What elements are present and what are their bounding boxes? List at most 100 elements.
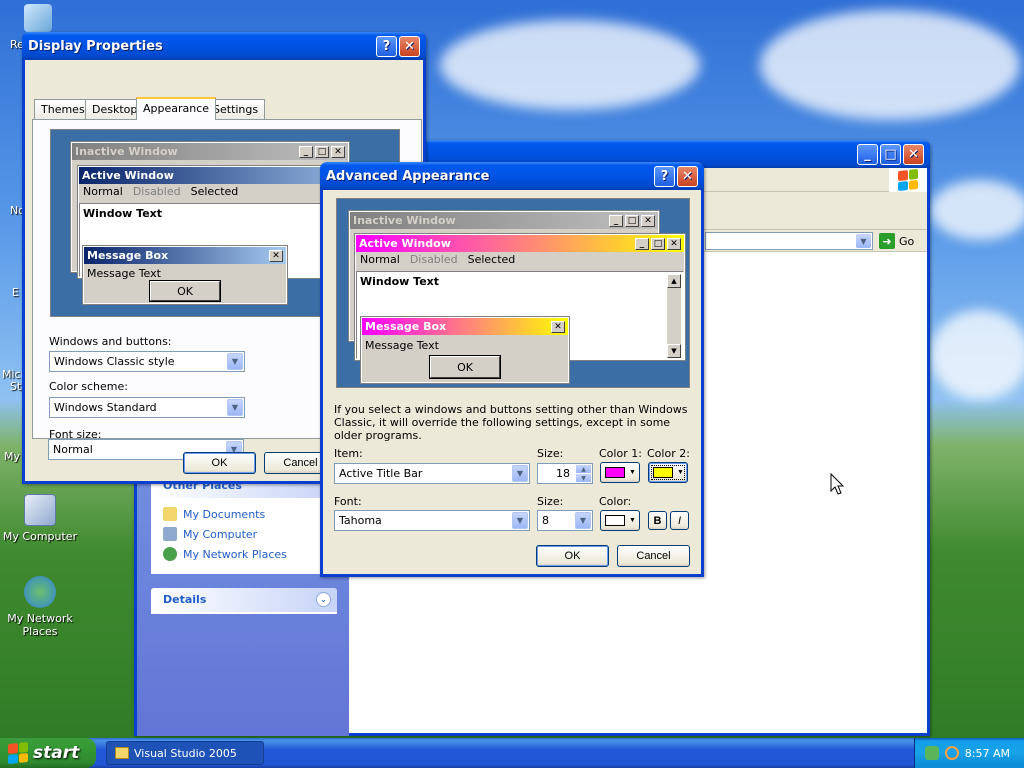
font-label: Font: [334,495,362,508]
preview-menu-selected[interactable]: Selected [468,253,516,268]
close-icon[interactable]: ✕ [677,165,698,187]
minimize-icon: _ [299,145,313,158]
display-properties-titlebar[interactable]: Display Properties ? ✕ [22,32,426,60]
color1-label: Color 1: [599,447,642,460]
close-icon[interactable]: ✕ [399,35,420,57]
spin-down-icon[interactable]: ▼ [576,474,591,482]
window-title: Advanced Appearance [326,168,490,184]
select-value: Active Title Bar [339,467,423,480]
maximize-icon[interactable]: □ [880,143,901,165]
search-tray-icon[interactable] [944,746,959,760]
desktop-icon-my-computer[interactable]: My Computer [0,494,80,543]
color-scheme-select[interactable]: Windows Standard ▼ [49,397,245,418]
clock[interactable]: 8:57 AM [965,747,1010,760]
color2-picker[interactable]: ▼ [648,462,688,483]
chevron-down-icon[interactable]: ▼ [575,512,591,529]
link-my-documents[interactable]: My Documents [163,507,265,521]
preview-msgbox-title[interactable]: Message Box [365,320,549,333]
font-color-swatch [605,515,625,526]
info-text: If you select a windows and buttons sett… [334,403,688,442]
size-spinner[interactable]: 18 ▲ ▼ [537,463,593,484]
taskbar-item-label: Visual Studio 2005 [134,746,237,760]
system-tray: 8:57 AM [914,738,1024,768]
chevron-down-icon[interactable]: ▼ [227,399,243,416]
chevron-down-icon[interactable]: ▼ [227,353,243,370]
italic-button[interactable]: I [670,511,689,530]
preview-menu-disabled[interactable]: Disabled [410,253,458,268]
tab-appearance[interactable]: Appearance [136,97,217,120]
close-icon: ✕ [269,249,283,262]
preview-inactive-title: Inactive Window [75,145,178,158]
select-value: 8 [542,514,549,527]
preview-inactive-title: Inactive Window [353,214,456,227]
scroll-down-icon: ▼ [667,344,681,358]
preview-ok-button[interactable]: OK [429,355,501,379]
spin-up-icon[interactable]: ▲ [576,465,591,473]
advanced-appearance-window[interactable]: Advanced Appearance ? ✕ Inactive Window _… [320,162,704,577]
advanced-preview: Inactive Window _ □ ✕ Active Window _ □ ✕ Norm… [336,198,690,388]
desktop-icon-label: My Computer [2,530,78,543]
my-computer-icon [24,494,56,526]
chevron-down-icon[interactable]: ▼ [856,234,871,248]
desktop-label-my[interactable]: My [4,450,20,463]
desktop-label-e[interactable]: E [12,286,19,299]
taskbar-item[interactable]: Visual Studio 2005 [106,741,264,765]
details-box: Details ⌄ [151,588,337,614]
start-button[interactable]: start [0,738,96,768]
preview-message-box[interactable]: Message Box ✕ Message Text OK [360,316,570,384]
item-select[interactable]: Active Title Bar ▼ [334,463,530,484]
go-arrow-icon: ➜ [879,233,895,249]
go-button[interactable]: ➜ Go [879,233,914,249]
font-select[interactable]: Tahoma ▼ [334,510,530,531]
preview-menu-normal[interactable]: Normal [360,253,400,268]
details-header[interactable]: Details ⌄ [151,588,337,612]
bold-button[interactable]: B [648,511,667,530]
windows-buttons-select[interactable]: Windows Classic style ▼ [49,351,245,372]
size-label: Size: [537,447,564,460]
minimize-icon[interactable]: _ [857,143,878,165]
desktop-icon-network-places[interactable]: My Network Places [0,576,80,638]
color1-picker[interactable]: ▼ [600,462,640,483]
close-icon: ✕ [641,214,655,227]
window-title: Display Properties [28,38,163,54]
chevron-down-icon[interactable]: ▼ [512,465,528,482]
select-value: Normal [53,443,93,456]
preview-menu-disabled: Disabled [132,185,181,198]
link-my-computer[interactable]: My Computer [163,527,257,541]
item-label: Item: [334,447,363,460]
recycle-bin-icon[interactable] [24,4,52,32]
close-icon[interactable]: ✕ [903,143,924,165]
close-icon: ✕ [667,237,681,250]
tab-themes[interactable]: Themes [34,99,92,119]
cancel-button[interactable]: Cancel [617,545,690,567]
scroll-up-icon: ▲ [667,274,681,288]
preview-active-title[interactable]: Active Window [359,237,633,250]
font-color-picker[interactable]: ▼ [600,510,640,531]
font-color-label: Color: [599,495,632,508]
windows-buttons-label: Windows and buttons: [49,335,172,348]
ok-button[interactable]: OK [183,452,256,474]
ok-button[interactable]: OK [536,545,609,567]
network-icon [163,547,177,561]
chevron-down-icon[interactable]: ▼ [512,512,528,529]
preview-msg-text[interactable]: Message Text [362,335,568,356]
font-size-select[interactable]: 8 ▼ [537,510,593,531]
network-tray-icon[interactable] [924,746,939,760]
chevron-down-icon[interactable]: ⌄ [316,592,331,607]
mouse-cursor-icon [830,473,845,495]
help-icon[interactable]: ? [654,165,675,187]
computer-icon [163,527,177,541]
preview-message-box: Message Box ✕ Message Text OK [82,245,288,305]
color2-label: Color 2: [647,447,690,460]
chevron-down-icon: ▼ [629,469,636,476]
chevron-down-icon: ▼ [629,517,636,524]
desktop-label-st[interactable]: St [10,380,21,393]
help-icon[interactable]: ? [376,35,397,57]
close-icon: ✕ [331,145,345,158]
start-label: start [33,743,80,763]
select-value: Windows Classic style [54,355,175,368]
advanced-appearance-titlebar[interactable]: Advanced Appearance ? ✕ [320,162,704,190]
address-input[interactable]: ▼ [705,232,873,250]
preview-scrollbar[interactable]: ▲ ▼ [667,274,681,358]
link-network-places[interactable]: My Network Places [163,547,287,561]
